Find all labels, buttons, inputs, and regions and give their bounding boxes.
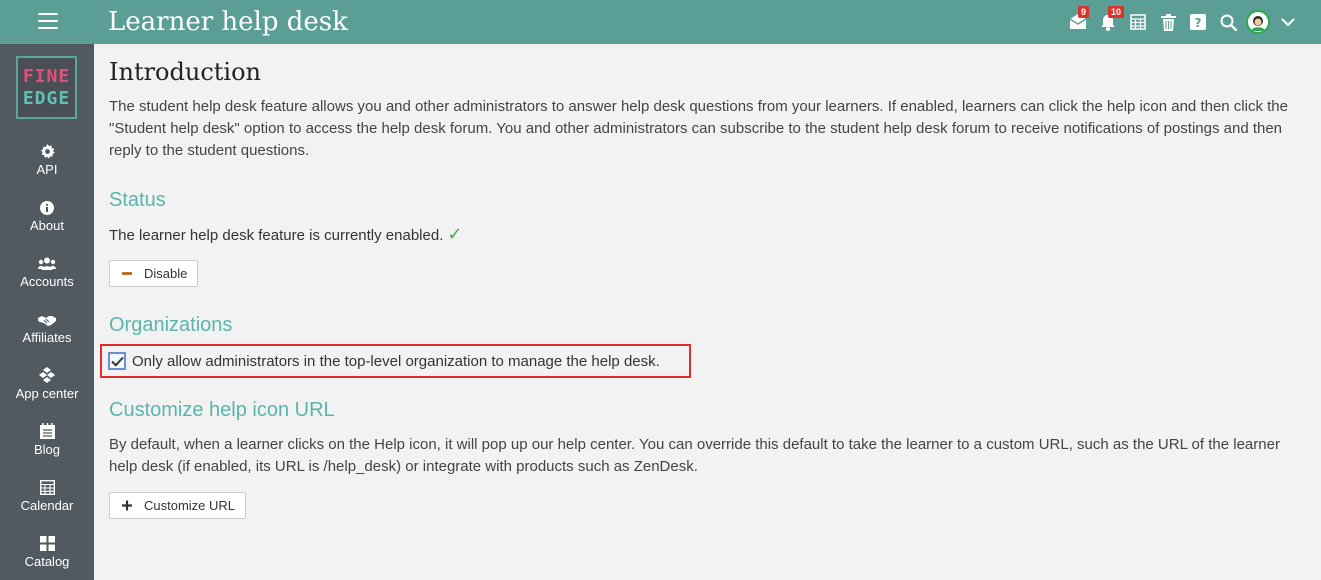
sidebar-item-about[interactable]: About xyxy=(0,195,94,251)
sidebar-item-affiliates[interactable]: Affiliates xyxy=(0,307,94,363)
sidebar-item-app-center[interactable]: App center xyxy=(0,363,94,419)
bell-icon[interactable]: 10 xyxy=(1093,0,1125,44)
logo-line-2: EDGE xyxy=(22,87,71,109)
sidebar-item-label: App center xyxy=(15,386,79,401)
sidebar-item-label: Blog xyxy=(33,442,61,457)
customize-heading: Customize help icon URL xyxy=(109,399,335,421)
logo-line-1: FINE xyxy=(22,65,71,87)
top-icon-bar: 9 10 ? xyxy=(1063,0,1303,44)
sidebar-item-blog[interactable]: Blog xyxy=(0,419,94,475)
minus-icon xyxy=(122,272,132,275)
sidebar-item-label: About xyxy=(30,218,64,233)
disable-button-label: Disable xyxy=(144,266,188,281)
customize-url-button-label: Customize URL xyxy=(144,498,236,513)
disable-button[interactable]: Disable xyxy=(109,260,199,287)
sidebar-item-label: Catalog xyxy=(24,554,70,569)
page-title: Learner help desk xyxy=(108,7,348,37)
info-icon xyxy=(40,201,54,215)
sidebar-item-label: Calendar xyxy=(20,498,74,513)
organizations-heading: Organizations xyxy=(109,314,233,336)
top-bar: Learner help desk 9 10 ? xyxy=(0,0,1321,44)
cubes-icon xyxy=(39,367,55,383)
users-icon xyxy=(38,257,56,270)
sidebar-item-catalog[interactable]: Catalog xyxy=(0,531,94,580)
checkmark-icon xyxy=(110,356,124,367)
organization-option-highlight: Only allow administrators in the top-lev… xyxy=(100,344,691,378)
notifications-badge: 10 xyxy=(1108,6,1125,18)
enabled-check-icon: ✓ xyxy=(447,224,463,244)
sidebar-item-calendar[interactable]: Calendar xyxy=(0,475,94,531)
blog-icon xyxy=(39,423,55,439)
sidebar-item-label: API xyxy=(36,162,58,177)
sidebar-item-api[interactable]: API xyxy=(0,139,94,195)
intro-heading: Introduction xyxy=(109,58,261,86)
avatar[interactable] xyxy=(1243,0,1273,44)
customize-text: By default, when a learner clicks on the… xyxy=(109,436,1280,475)
status-heading: Status xyxy=(109,189,166,211)
handshake-icon xyxy=(38,316,56,326)
trash-icon[interactable] xyxy=(1153,0,1183,44)
help-icon[interactable]: ? xyxy=(1183,0,1213,44)
intro-text: The student help desk feature allows you… xyxy=(109,98,1288,159)
mail-icon[interactable]: 9 xyxy=(1063,0,1093,44)
customize-url-button[interactable]: Customize URL xyxy=(109,492,247,519)
plus-icon xyxy=(122,500,132,511)
grid-icon xyxy=(39,536,55,551)
gear-icon xyxy=(40,144,55,159)
calendar-grid-icon[interactable] xyxy=(1123,0,1153,44)
svg-text:?: ? xyxy=(1195,16,1202,30)
search-icon[interactable] xyxy=(1213,0,1243,44)
calendar-icon xyxy=(39,480,55,495)
sidebar: FINE EDGE API About Accounts Affiliates … xyxy=(0,44,94,580)
hamburger-menu-icon[interactable] xyxy=(38,13,58,31)
status-text: The learner help desk feature is current… xyxy=(109,227,444,244)
sidebar-item-accounts[interactable]: Accounts xyxy=(0,251,94,307)
sidebar-item-label: Affiliates xyxy=(22,330,72,345)
chevron-down-icon[interactable] xyxy=(1273,0,1303,44)
mail-badge: 9 xyxy=(1078,6,1090,18)
sidebar-item-label: Accounts xyxy=(20,274,74,289)
status-line: The learner help desk feature is current… xyxy=(109,224,462,245)
fine-edge-logo[interactable]: FINE EDGE xyxy=(16,56,77,119)
top-level-admin-label[interactable]: Only allow administrators in the top-lev… xyxy=(132,353,660,370)
top-level-admin-checkbox[interactable] xyxy=(108,352,126,370)
